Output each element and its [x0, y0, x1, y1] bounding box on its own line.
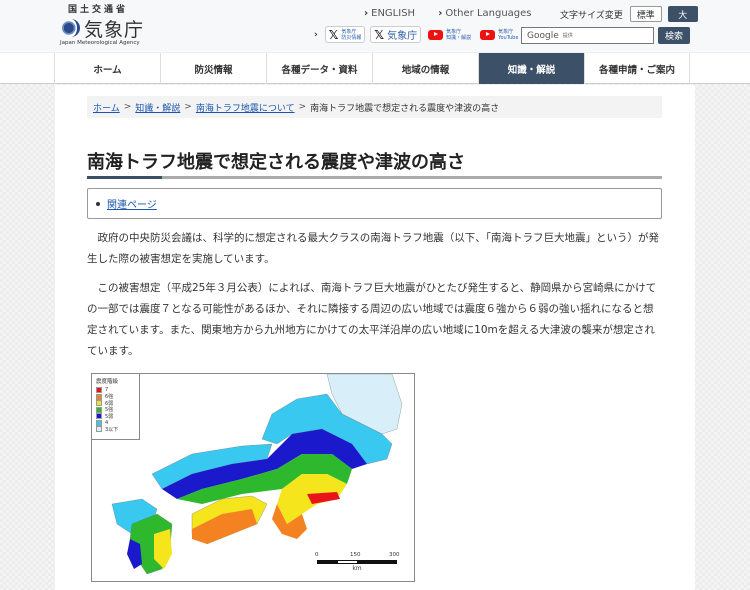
nav-applications[interactable]: 各種申請・ご案内 [584, 53, 690, 84]
language-links: › ENGLISH › Other Languages [364, 8, 552, 19]
breadcrumb-home[interactable]: ホーム [93, 101, 120, 114]
legend-swatch [96, 406, 102, 413]
legend-swatch [96, 400, 102, 407]
font-size-standard-button[interactable]: 標準 [629, 6, 662, 22]
nav-disaster-info[interactable]: 防災情報 [160, 53, 266, 84]
breadcrumb-knowledge[interactable]: 知識・解説 [135, 101, 180, 114]
youtube-logo-icon [428, 29, 444, 40]
nav-knowledge[interactable]: 知識・解説 [478, 53, 584, 84]
seismic-intensity-map: 震度階級 7 6強 6弱 5強 5弱 4 3以下 0 150 300 km [91, 373, 415, 582]
jma-logo[interactable]: 国土交通省 気象庁 Japan Meteorological Agency [60, 2, 145, 48]
font-size-large-button[interactable]: 大 [667, 6, 698, 22]
chevron-right-icon: › [314, 29, 318, 40]
youtube-jma-button[interactable]: 気象庁 YouTube [478, 26, 520, 43]
legend-swatch [96, 419, 102, 426]
legend-swatch [96, 426, 102, 433]
breadcrumb-nankai[interactable]: 南海トラフ地震について [196, 101, 295, 114]
x-jma-button[interactable]: 𝕏 気象庁 [370, 26, 422, 43]
legend-label: 3以下 [105, 426, 119, 433]
jma-emblem-icon [62, 19, 80, 37]
main-content: ホーム > 知識・解説 > 南海トラフ地震について > 南海トラフ地震で想定され… [55, 85, 695, 590]
ministry-name: 国土交通省 [68, 5, 129, 15]
related-pages-box: 関連ページ [87, 188, 662, 219]
other-languages-link[interactable]: › Other Languages [438, 8, 541, 19]
page-title: 南海トラフ地震で想定される震度や津波の高さ [87, 152, 465, 173]
breadcrumb-current: 南海トラフ地震で想定される震度や津波の高さ [310, 103, 500, 114]
social-links: › 𝕏 気象庁 防災情報 𝕏 気象庁 気象庁 知識・解説 気象庁 YouTube [314, 26, 520, 43]
site-search: Google 提供 検索 [521, 27, 690, 44]
map-scale-bar: 0 150 300 km [315, 552, 400, 572]
x-logo-icon: 𝕏 [374, 27, 385, 42]
legend-swatch [96, 413, 102, 420]
nav-regional-info[interactable]: 地域の情報 [372, 53, 478, 84]
global-nav: ホーム 防災情報 各種データ・資料 地域の情報 知識・解説 各種申請・ご案内 [0, 52, 750, 84]
chevron-right-icon: › [438, 8, 443, 19]
font-size-switcher: 文字サイズ変更 標準 大 [560, 6, 698, 22]
chevron-right-icon: › [364, 8, 369, 19]
x-logo-icon: 𝕏 [328, 27, 339, 42]
scale-tick-150: 150 [350, 552, 361, 558]
damage-estimate-paragraph: この被害想定（平成25年３月公表）によれば、南海トラフ巨大地震がひとたび発生する… [87, 282, 657, 357]
legend-swatch [96, 393, 102, 400]
breadcrumb: ホーム > 知識・解説 > 南海トラフ地震について > 南海トラフ地震で想定され… [87, 96, 662, 118]
legend-swatch [96, 387, 102, 394]
intro-paragraph: 政府の中央防災会議は、科学的に想定される最大クラスの南海トラフ地震（以下、「南海… [87, 232, 660, 265]
english-link[interactable]: › ENGLISH [364, 8, 425, 19]
search-button[interactable]: 検索 [658, 27, 690, 44]
scale-tick-0: 0 [315, 552, 319, 558]
youtube-knowledge-button[interactable]: 気象庁 知識・解説 [426, 26, 473, 43]
legend-title: 震度階級 [96, 379, 119, 385]
japan-intensity-map-image [111, 374, 403, 575]
font-size-label: 文字サイズ変更 [560, 10, 623, 21]
youtube-logo-icon [480, 29, 496, 40]
x-jma-bousai-button[interactable]: 𝕏 気象庁 防災情報 [324, 26, 366, 43]
agency-name: 気象庁 [84, 19, 145, 41]
nav-home[interactable]: ホーム [54, 53, 160, 84]
title-divider [87, 176, 662, 179]
bullet-icon [96, 201, 100, 206]
legend-label: 5弱 [105, 413, 114, 420]
agency-english-name: Japan Meteorological Agency [60, 40, 140, 46]
scale-unit: km [352, 565, 362, 572]
legend-item: 3以下 [96, 426, 135, 433]
nav-data[interactable]: 各種データ・資料 [266, 53, 372, 84]
scale-tick-300: 300 [389, 552, 400, 558]
site-header: 国土交通省 気象庁 Japan Meteorological Agency › E… [0, 0, 750, 52]
related-pages-link[interactable]: 関連ページ [107, 196, 157, 211]
search-input[interactable]: Google 提供 [521, 27, 654, 44]
map-legend: 震度階級 7 6強 6弱 5強 5弱 4 3以下 [92, 374, 140, 440]
